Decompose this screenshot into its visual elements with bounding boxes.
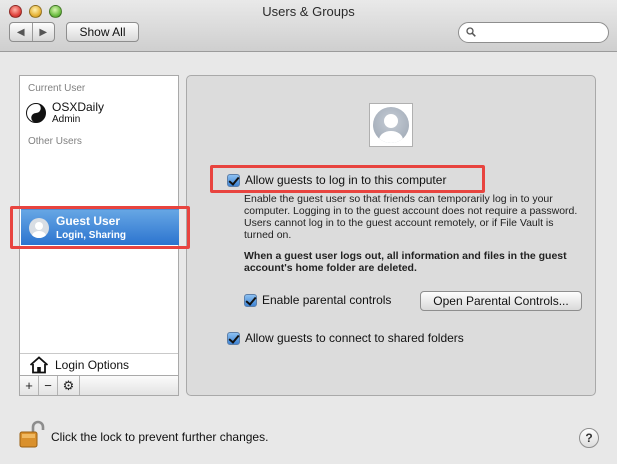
parental-controls-label: Enable parental controls	[262, 293, 392, 307]
house-icon	[29, 355, 49, 373]
current-user-text: OSXDaily Admin	[52, 100, 105, 126]
forward-button[interactable]: ▶	[31, 23, 55, 41]
help-button[interactable]: ?	[579, 428, 599, 448]
guest-settings-pane: Allow guests to log in to this computer …	[186, 75, 596, 396]
add-user-button[interactable]: +	[20, 376, 39, 395]
login-options-label: Login Options	[55, 357, 130, 372]
yin-yang-avatar-icon	[26, 103, 46, 123]
current-user-role: Admin	[52, 114, 81, 125]
shared-folders-label: Allow guests to connect to shared folder…	[245, 331, 464, 345]
open-parental-controls-button[interactable]: Open Parental Controls...	[420, 291, 582, 311]
parental-controls-checkbox-row[interactable]: Enable parental controls	[244, 293, 391, 307]
back-forward-control: ◀ ▶	[9, 22, 55, 42]
current-user-row[interactable]: OSXDaily Admin	[26, 101, 104, 125]
logout-warning: When a guest user logs out, all informat…	[244, 250, 567, 274]
window-title: Users & Groups	[262, 4, 355, 19]
action-gear-icon[interactable]: ⚙	[58, 376, 80, 395]
show-all-button[interactable]: Show All	[66, 22, 139, 42]
unlocked-padlock-icon[interactable]	[19, 420, 45, 448]
allow-guests-description: Enable the guest user so that friends ca…	[244, 193, 578, 241]
parental-controls-checkbox[interactable]	[244, 293, 257, 307]
allow-guests-highlight-box	[210, 165, 485, 193]
current-user-heading: Current User	[28, 83, 86, 94]
guest-picture[interactable]	[369, 103, 413, 147]
window-toolbar: Users & Groups ◀ ▶ Show All	[0, 0, 617, 52]
other-users-heading: Other Users	[28, 136, 82, 147]
lock-status-text: Click the lock to prevent further change…	[51, 430, 269, 444]
login-options-item[interactable]: Login Options	[20, 353, 178, 375]
remove-user-button[interactable]: −	[39, 376, 58, 395]
guest-user-highlight-box	[10, 206, 190, 249]
sidebar-button-bar: + − ⚙	[20, 375, 178, 395]
guest-silhouette-icon	[373, 107, 409, 143]
shared-folders-checkbox[interactable]	[227, 331, 240, 345]
current-user-name: OSXDaily	[52, 100, 105, 114]
shared-folders-checkbox-row[interactable]: Allow guests to connect to shared folder…	[227, 331, 464, 345]
search-field[interactable]	[458, 22, 609, 43]
back-button[interactable]: ◀	[10, 23, 32, 41]
search-icon	[466, 27, 476, 37]
